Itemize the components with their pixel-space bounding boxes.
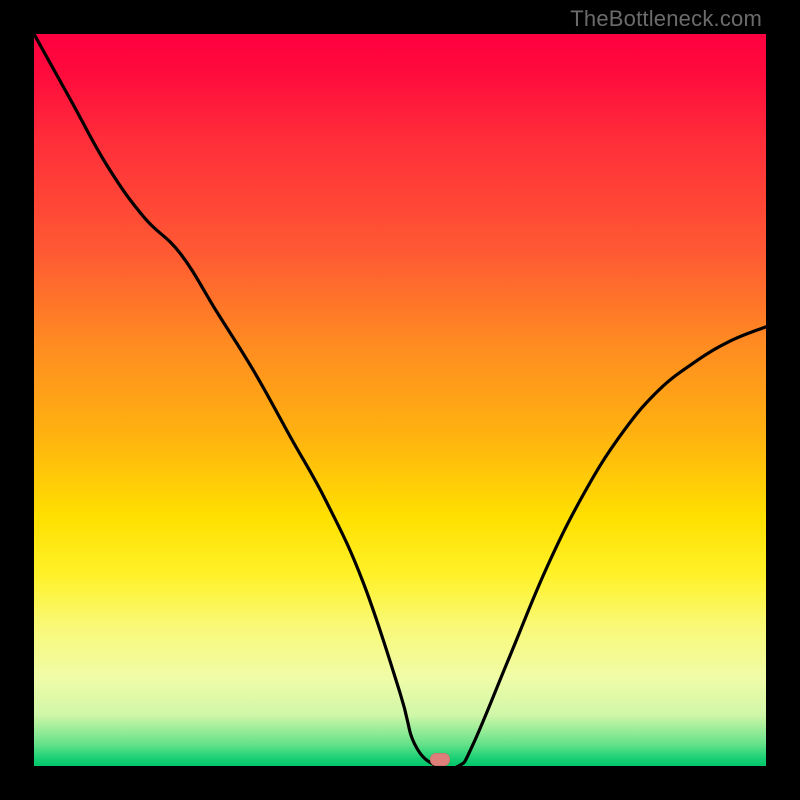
bottleneck-curve (34, 34, 766, 766)
watermark-text: TheBottleneck.com (570, 6, 762, 32)
optimal-point-marker (430, 753, 450, 766)
chart-frame: TheBottleneck.com (0, 0, 800, 800)
curve-path (34, 34, 766, 769)
